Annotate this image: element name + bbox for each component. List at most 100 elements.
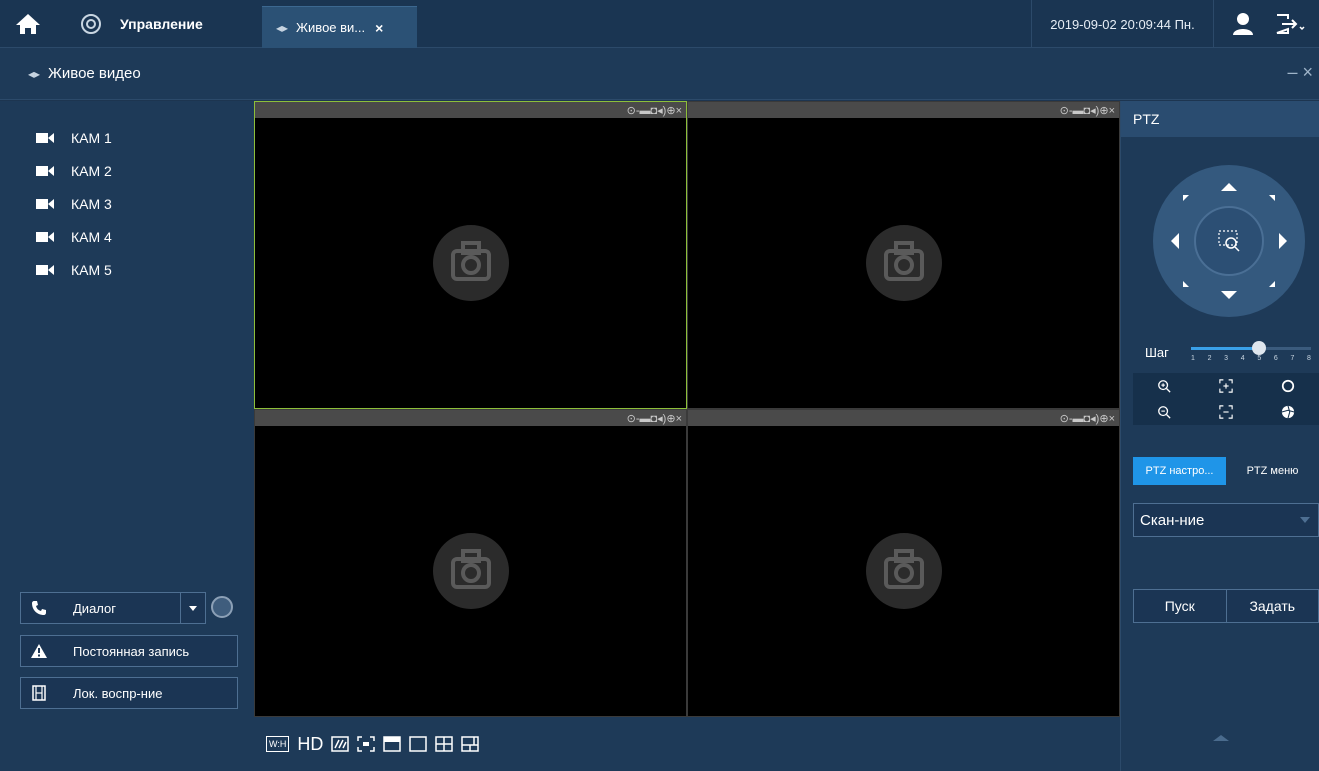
tab-close-button[interactable]: × (375, 20, 383, 36)
cell-toolbar[interactable]: ⊙-▬◘◂)⊕× (688, 102, 1119, 118)
chevron-down-icon (1300, 517, 1310, 523)
slider-knob[interactable] (1252, 341, 1266, 355)
camera-item[interactable]: КАМ 5 (36, 253, 112, 286)
ptz-panel: PTZ Шаг 1 2 3 4 5 6 7 8 PTZ настро... PTZ меню … (1120, 101, 1319, 771)
film-icon (21, 685, 57, 701)
camera-label: КАМ 1 (71, 129, 112, 146)
dialog-label: Диалог (73, 600, 116, 616)
page-header: ◂▸ Живое видео – × (0, 48, 1319, 100)
no-camera-icon (865, 533, 942, 609)
stream-quality-icon[interactable] (331, 733, 350, 755)
video-camera-icon (36, 231, 54, 242)
slider-tick: 1 (1191, 355, 1195, 362)
zoom-in-icon[interactable] (1133, 373, 1195, 399)
camera-item[interactable]: КАМ 1 (36, 121, 112, 154)
no-camera-icon (865, 225, 942, 301)
ptz-title: PTZ (1121, 101, 1319, 137)
layout-toolbar: W:H HD (254, 717, 1120, 771)
warning-icon (21, 644, 57, 658)
set-button[interactable]: Задать (1225, 590, 1318, 622)
no-camera-icon (432, 225, 509, 301)
window-layout-icon[interactable] (383, 733, 402, 755)
slider-tick: 2 (1207, 355, 1212, 362)
tab-live-video[interactable]: ◂▸ Живое ви... × (262, 6, 417, 48)
camera-label: КАМ 2 (71, 162, 112, 179)
home-icon[interactable] (14, 12, 42, 36)
management-label: Управление (120, 16, 203, 32)
page-title: Живое видео (48, 65, 141, 82)
logout-icon[interactable] (1274, 12, 1306, 36)
video-grid: ⊙-▬◘◂)⊕× ⊙-▬◘◂)⊕× ⊙-▬◘◂)⊕× ⊙-▬◘◂)⊕× (254, 101, 1120, 717)
local-playback-button[interactable]: Лок. воспр-ние (20, 677, 238, 709)
phone-icon (21, 600, 57, 616)
dialog-button[interactable]: Диалог (20, 592, 202, 624)
camera-label: КАМ 4 (71, 228, 112, 245)
camera-label: КАМ 5 (71, 261, 112, 278)
ptz-tabs: PTZ настро... PTZ меню (1133, 457, 1319, 485)
slider-tick: 5 (1257, 355, 1262, 362)
video-camera-icon (36, 132, 54, 143)
app-root: Управление ◂▸ Живое ви... × 2019-09-02 2… (0, 0, 1319, 771)
focus-far-icon[interactable] (1195, 399, 1257, 425)
cell-toolbar[interactable]: ⊙-▬◘◂)⊕× (255, 410, 686, 426)
start-button[interactable]: Пуск (1134, 590, 1226, 622)
video-cell[interactable]: ⊙-▬◘◂)⊕× (254, 101, 687, 409)
camera-list: КАМ 1 КАМ 2 КАМ 3 КАМ 4 КАМ 5 (36, 121, 112, 286)
iris-open-icon[interactable] (1257, 373, 1319, 399)
hd-button[interactable]: HD (297, 733, 323, 755)
video-cell[interactable]: ⊙-▬◘◂)⊕× (687, 101, 1120, 409)
slider-tick: 3 (1224, 355, 1229, 362)
camera-item[interactable]: КАМ 2 (36, 154, 112, 187)
talk-status-indicator[interactable] (211, 596, 233, 618)
step-slider[interactable]: 1 2 3 4 5 6 7 8 (1191, 341, 1311, 362)
ptz-tools (1133, 373, 1319, 425)
ptz-direction-pad[interactable] (1151, 163, 1307, 319)
datetime-display: 2019-09-02 20:09:44 Пн. (1031, 0, 1214, 48)
slider-tick: 8 (1307, 355, 1311, 362)
video-camera-icon (36, 198, 54, 209)
cell-toolbar[interactable]: ⊙-▬◘◂)⊕× (688, 410, 1119, 426)
focus-near-icon[interactable] (1195, 373, 1257, 399)
layout-1-icon[interactable] (409, 733, 428, 755)
iris-close-icon[interactable] (1257, 399, 1319, 425)
user-icon[interactable] (1232, 12, 1254, 36)
slider-tick: 4 (1240, 355, 1245, 362)
zoom-out-icon[interactable] (1133, 399, 1195, 425)
dialog-dropdown-button[interactable] (180, 592, 206, 624)
select-value: Скан-ние (1140, 511, 1205, 529)
eye-icon: ◂▸ (28, 66, 41, 81)
tab-ptz-settings[interactable]: PTZ настро... (1133, 457, 1226, 485)
ptz-function-select[interactable]: Скан-ние (1133, 503, 1319, 537)
video-camera-icon (36, 264, 54, 275)
tab-label: Живое ви... (296, 20, 366, 35)
video-cell[interactable]: ⊙-▬◘◂)⊕× (254, 409, 687, 717)
slider-ticks: 1 2 3 4 5 6 7 8 (1191, 355, 1311, 362)
chevron-down-icon (189, 605, 197, 611)
layout-custom-icon[interactable] (461, 733, 480, 755)
layout-4-icon[interactable] (435, 733, 454, 755)
camera-item[interactable]: КАМ 3 (36, 187, 112, 220)
slider-tick: 7 (1290, 355, 1295, 362)
local-playback-label: Лок. воспр-ние (73, 685, 163, 701)
step-label: Шаг (1145, 345, 1169, 360)
management-menu[interactable]: Управление (72, 0, 260, 48)
ptz-action-buttons: Пуск Задать (1133, 589, 1319, 623)
slider-tick: 6 (1273, 355, 1278, 362)
fullscreen-icon[interactable] (357, 733, 376, 755)
collapse-arrow-icon[interactable] (1213, 735, 1229, 741)
video-cell[interactable]: ⊙-▬◘◂)⊕× (687, 409, 1120, 717)
top-bar: Управление ◂▸ Живое ви... × 2019-09-02 2… (0, 0, 1319, 48)
video-camera-icon (36, 165, 54, 176)
tab-ptz-menu[interactable]: PTZ меню (1226, 457, 1319, 485)
camera-sidebar: КАМ 1 КАМ 2 КАМ 3 КАМ 4 КАМ 5 Диалог Пос… (0, 101, 254, 771)
no-camera-icon (432, 533, 509, 609)
permanent-record-button[interactable]: Постоянная запись (20, 635, 238, 667)
permanent-record-label: Постоянная запись (73, 643, 190, 659)
gear-icon (81, 14, 101, 34)
window-controls[interactable]: – × (1287, 62, 1313, 83)
aspect-ratio-button[interactable]: W:H (266, 736, 290, 752)
eye-icon: ◂▸ (276, 20, 289, 35)
cell-toolbar[interactable]: ⊙-▬◘◂)⊕× (255, 102, 686, 118)
camera-item[interactable]: КАМ 4 (36, 220, 112, 253)
camera-label: КАМ 3 (71, 195, 112, 212)
